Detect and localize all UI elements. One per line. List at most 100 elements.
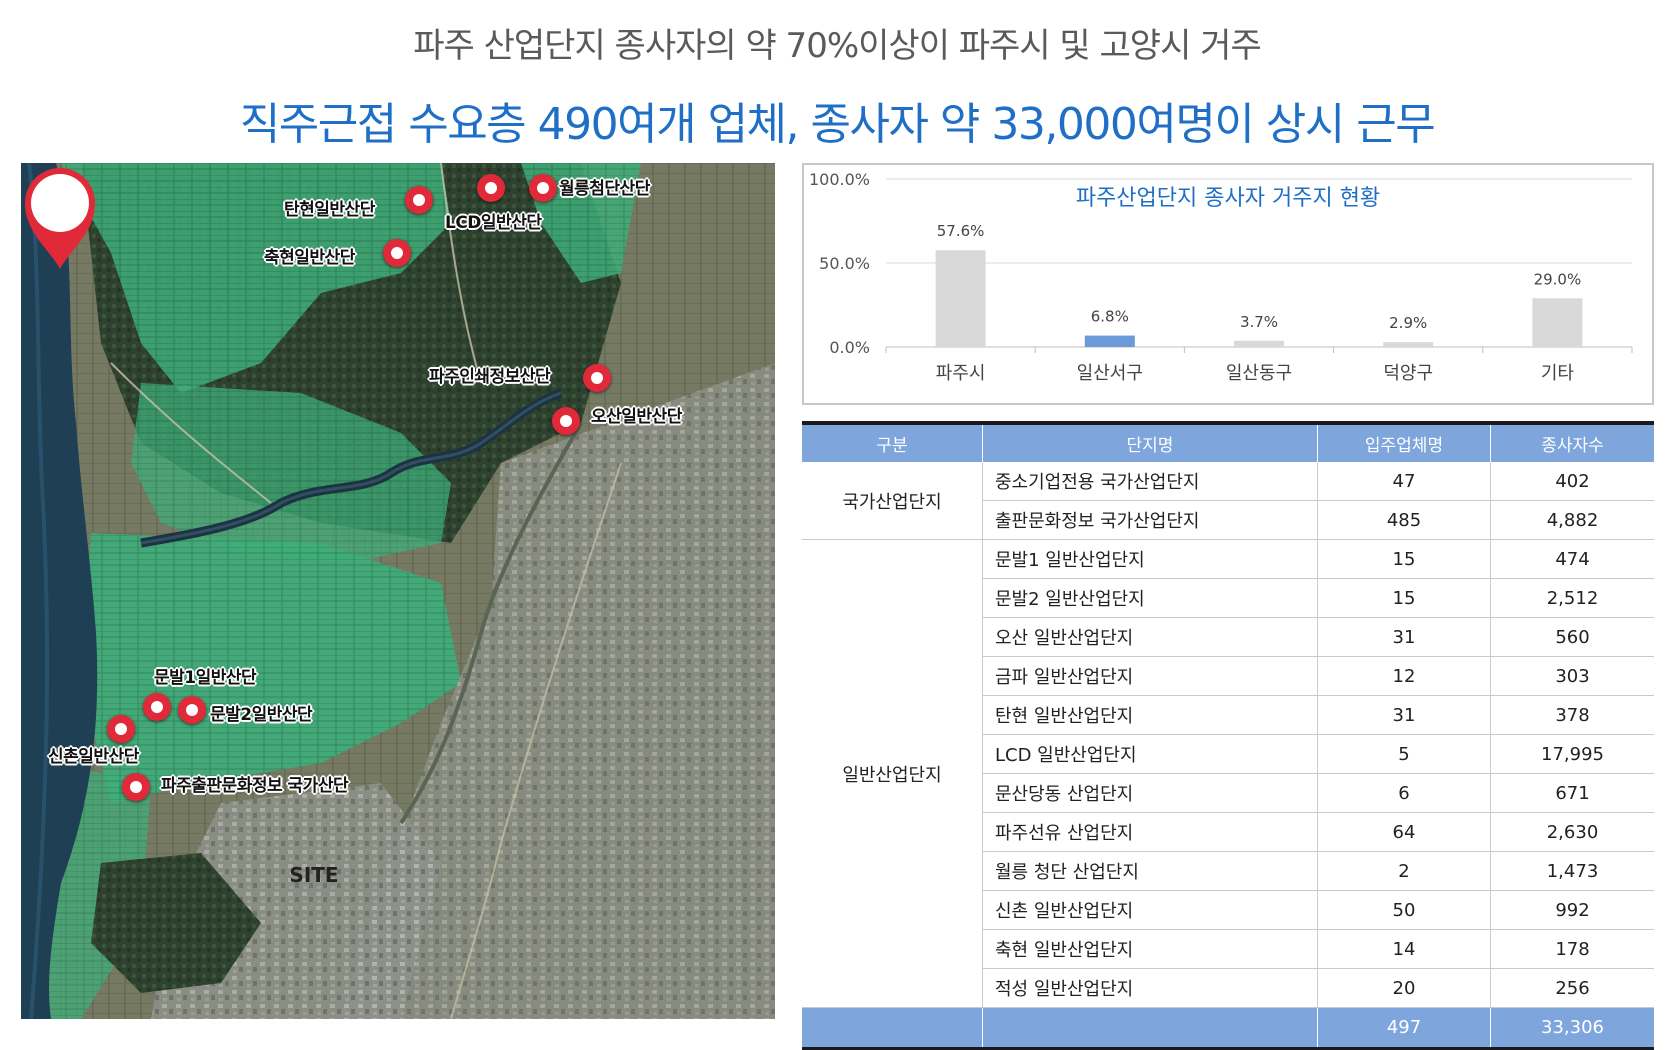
map-label-munbal2: 문발2일반산단 — [210, 705, 313, 725]
map-label-lcd: LCD일반산단 — [445, 213, 542, 233]
companies-cell: 50 — [1317, 890, 1491, 930]
bar — [1234, 340, 1284, 347]
x-tick-label: 기타 — [1541, 363, 1575, 384]
workers-cell: 671 — [1490, 773, 1654, 813]
header-subtitle: 파주 산업단지 종사자의 약 70%이상이 파주시 및 고양시 거주 — [413, 26, 1261, 66]
companies-cell: 31 — [1317, 695, 1491, 735]
companies-cell: 2 — [1317, 851, 1491, 891]
workers-cell: 17,995 — [1490, 734, 1654, 774]
complex-name-cell: 중소기업전용 국가산업단지 — [982, 462, 1318, 501]
map-label-munbal1: 문발1일반산단 — [154, 668, 257, 688]
workers-cell: 303 — [1490, 656, 1654, 696]
site-marker-icon[interactable] — [21, 163, 99, 271]
chart-canvas: 파주산업단지 종사자 거주지 현황 100.0% 50.0% 0.0% 57.6% 파주… — [809, 170, 1633, 384]
companies-cell: 31 — [1317, 617, 1491, 657]
companies-cell: 15 — [1317, 578, 1491, 618]
companies-cell: 6 — [1317, 773, 1491, 813]
table-row: 국가산업단지 중소기업전용 국가산업단지 47 402 — [802, 462, 1654, 540]
workers-cell: 378 — [1490, 695, 1654, 735]
sinchon-pin-icon[interactable] — [107, 715, 135, 743]
map-label-woreung: 월릉첨단산단 — [559, 179, 650, 199]
munbal1-pin-icon[interactable] — [143, 693, 171, 721]
complex-name-cell: 출판문화정보 국가산업단지 — [982, 500, 1318, 540]
map-label-tanhyeon: 탄현일반산단 — [284, 200, 375, 220]
workers-cell: 256 — [1490, 968, 1654, 1008]
workers-cell: 560 — [1490, 617, 1654, 657]
x-tick-label: 일산서구 — [1077, 363, 1143, 384]
data-label: 29.0% — [1534, 270, 1582, 288]
workers-cell: 992 — [1490, 890, 1654, 930]
complex-name-cell: 축현 일반산업단지 — [982, 929, 1318, 969]
map-label-publishing: 파주출판문화정보 국가산단 — [161, 776, 349, 796]
bar — [935, 250, 986, 347]
total-companies-cell: 497 — [1317, 1007, 1491, 1047]
complex-name-cell: 적성 일반산업단지 — [982, 968, 1318, 1008]
publishing-pin-icon[interactable] — [122, 773, 150, 801]
map-label-chukhyeon: 축현일반산단 — [264, 248, 355, 268]
workers-cell: 402 — [1490, 462, 1654, 501]
group-general: 일반산업단지 — [802, 539, 983, 1008]
data-label: 6.8% — [1091, 308, 1129, 326]
bar — [1383, 342, 1434, 347]
y-tick-label: 0.0% — [829, 338, 870, 357]
complex-name-cell: 금파 일반산업단지 — [982, 656, 1318, 696]
companies-cell: 15 — [1317, 539, 1491, 579]
companies-cell: 5 — [1317, 734, 1491, 774]
complex-name-cell: 문산당동 산업단지 — [982, 773, 1318, 813]
data-label: 57.6% — [937, 222, 985, 240]
woreung-pin-icon[interactable] — [529, 174, 557, 202]
lcd-pin-icon[interactable] — [477, 174, 505, 202]
residence-bar-chart: 파주산업단지 종사자 거주지 현황 100.0% 50.0% 0.0% 57.6% 파주… — [802, 163, 1654, 405]
col-header-companies: 입주업체명 — [1317, 425, 1491, 462]
complex-name-cell: 탄현 일반산업단지 — [982, 695, 1318, 735]
total-blank-cell — [802, 1007, 983, 1047]
workers-cell: 4,882 — [1490, 500, 1654, 540]
data-label: 3.7% — [1240, 313, 1278, 331]
companies-cell: 47 — [1317, 462, 1491, 501]
group-national: 국가산업단지 — [802, 462, 983, 540]
map-label-sinchon: 신촌일반산단 — [48, 747, 139, 767]
companies-cell: 14 — [1317, 929, 1491, 969]
workers-cell: 474 — [1490, 539, 1654, 579]
chukhyeon-pin-icon[interactable] — [383, 239, 411, 267]
col-header-category: 구분 — [802, 425, 983, 462]
companies-cell: 485 — [1317, 500, 1491, 540]
companies-cell: 64 — [1317, 812, 1491, 852]
x-tick-label: 일산동구 — [1226, 363, 1292, 384]
complex-name-cell: 신촌 일반산업단지 — [982, 890, 1318, 930]
y-tick-label: 100.0% — [809, 170, 870, 189]
tanhyeon-pin-icon[interactable] — [405, 186, 433, 214]
col-header-workers: 종사자수 — [1490, 425, 1654, 462]
complex-name-cell: 월릉 청단 산업단지 — [982, 851, 1318, 891]
total-workers-cell: 33,306 — [1490, 1007, 1654, 1047]
bar — [1532, 298, 1583, 347]
workers-cell: 178 — [1490, 929, 1654, 969]
satellite-map[interactable]: 탄현일반산단 LCD일반산단 월릉첨단산단 축현일반산단 파주인쇄정보산단 오산… — [21, 163, 775, 1019]
osan-pin-icon[interactable] — [552, 407, 580, 435]
industrial-complex-table: 구분 단지명 입주업체명 종사자수 국가산업단지 중소기업전용 국가산업단지 47 4… — [802, 421, 1654, 1050]
workers-cell: 2,630 — [1490, 812, 1654, 852]
site-label: SITE — [289, 863, 339, 887]
munbal2-pin-icon[interactable] — [178, 696, 206, 724]
map-background — [21, 163, 775, 1019]
map-label-osan: 오산일반산단 — [591, 407, 682, 427]
table-row: 일반산업단지 문발1 일반산업단지 15 474 — [802, 539, 1654, 1008]
complex-name-cell: LCD 일반산업단지 — [982, 734, 1318, 774]
total-name-cell — [982, 1007, 1318, 1047]
complex-name-cell: 문발1 일반산업단지 — [982, 539, 1318, 579]
header-title: 직주근접 수요층 490여개 업체, 종사자 약 33,000여명이 상시 근무 — [239, 99, 1436, 150]
complex-name-cell: 문발2 일반산업단지 — [982, 578, 1318, 618]
chart-title: 파주산업단지 종사자 거주지 현황 — [1076, 186, 1380, 211]
companies-cell: 12 — [1317, 656, 1491, 696]
printing-pin-icon[interactable] — [583, 364, 611, 392]
workers-cell: 2,512 — [1490, 578, 1654, 618]
complex-name-cell: 오산 일반산업단지 — [982, 617, 1318, 657]
bar — [1084, 335, 1135, 347]
workers-cell: 1,473 — [1490, 851, 1654, 891]
companies-cell: 20 — [1317, 968, 1491, 1008]
total-row: 497 33,306 — [802, 1007, 1654, 1047]
x-tick-label: 덕양구 — [1383, 363, 1433, 384]
data-label: 2.9% — [1389, 314, 1427, 332]
map-label-printing: 파주인쇄정보산단 — [429, 367, 551, 387]
col-header-name: 단지명 — [982, 425, 1318, 462]
